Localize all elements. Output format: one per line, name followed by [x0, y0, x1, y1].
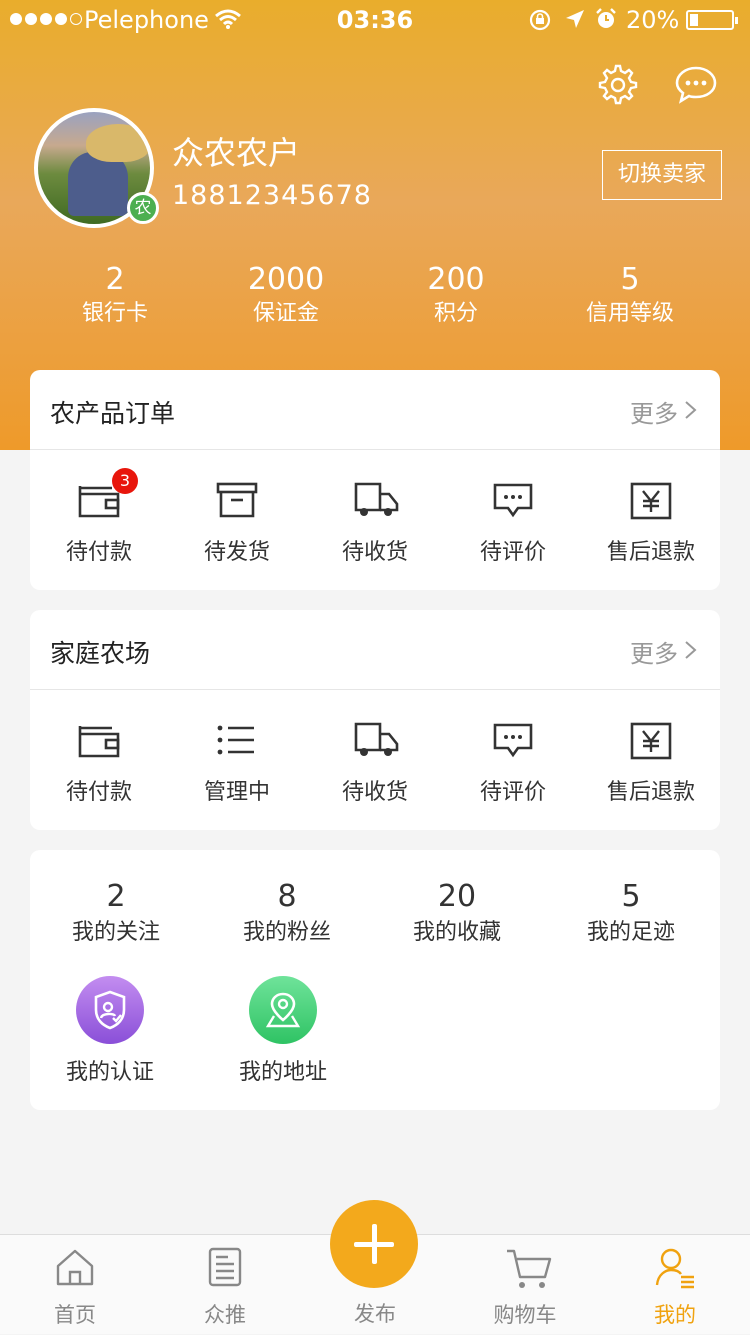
home-icon	[56, 1249, 94, 1286]
comment-icon	[493, 483, 533, 518]
orders-more-link[interactable]: 更多	[630, 394, 678, 429]
farm-pending-receipt[interactable]: 待收货	[306, 690, 444, 830]
tab-home[interactable]: 首页	[0, 1235, 150, 1335]
my-favorites[interactable]: 20 我的收藏	[372, 878, 542, 950]
battery-percentage: 20%	[626, 6, 680, 34]
farm-card-header[interactable]: 家庭农场 更多	[30, 610, 720, 690]
status-bar: Pelephone 03:36 20%	[0, 0, 750, 40]
order-refund[interactable]: 售后退款	[582, 450, 720, 590]
order-pending-receipt[interactable]: 待收货	[306, 450, 444, 590]
location-icon	[566, 10, 584, 28]
truck-icon	[354, 482, 399, 516]
my-address[interactable]: 我的地址	[213, 976, 353, 1086]
stat-bank-card[interactable]: 2 银行卡	[25, 262, 205, 330]
cart-icon	[507, 1249, 552, 1288]
battery-icon	[686, 10, 738, 30]
message-bubble-icon[interactable]	[675, 64, 717, 106]
farm-refund[interactable]: 售后退款	[582, 690, 720, 830]
farm-managing[interactable]: 管理中	[168, 690, 306, 830]
farm-pending-review[interactable]: 待评价	[444, 690, 582, 830]
orders-card-title: 农产品订单	[50, 399, 176, 428]
stat-credit-level[interactable]: 5 信用等级	[540, 262, 720, 330]
farm-card-title: 家庭农场	[50, 639, 151, 668]
my-certification[interactable]: 我的认证	[40, 976, 180, 1086]
farm-pending-payment[interactable]: 待付款	[30, 690, 168, 830]
order-pending-review[interactable]: 待评价	[444, 450, 582, 590]
stat-deposit[interactable]: 2000 保证金	[196, 262, 376, 330]
document-icon	[208, 1247, 242, 1287]
orders-card-header[interactable]: 农产品订单 更多	[30, 370, 720, 450]
publish-button[interactable]	[330, 1200, 418, 1288]
wallet-icon	[78, 726, 120, 758]
tab-cart[interactable]: 购物车	[450, 1235, 600, 1335]
orders-card: 农产品订单 更多 3 待付款 待发货 待收货 待评价 售后退款	[30, 370, 720, 590]
order-pending-payment[interactable]: 3 待付款	[30, 450, 168, 590]
user-icon	[655, 1248, 694, 1289]
rotation-lock-icon	[529, 9, 551, 31]
chevron-right-icon	[685, 401, 697, 419]
alarm-icon	[596, 8, 616, 28]
tab-mine[interactable]: 我的	[600, 1235, 750, 1335]
farmer-badge: 农	[127, 192, 159, 224]
yen-icon	[630, 482, 672, 520]
my-fans[interactable]: 8 我的粉丝	[202, 878, 372, 950]
stat-points[interactable]: 200 积分	[366, 262, 546, 330]
yen-icon	[630, 722, 672, 760]
my-footprints[interactable]: 5 我的足迹	[546, 878, 716, 950]
user-name: 众农农户	[172, 134, 301, 172]
box-icon	[216, 482, 258, 518]
comment-icon	[493, 723, 533, 758]
shield-user-icon	[94, 990, 126, 1030]
switch-seller-button[interactable]: 切换卖家	[602, 150, 722, 200]
my-following[interactable]: 2 我的关注	[31, 878, 201, 950]
map-pin-icon	[265, 992, 301, 1028]
publish-label: 发布	[354, 1302, 396, 1326]
unread-count-badge: 3	[112, 468, 138, 494]
tab-promote[interactable]: 众推	[150, 1235, 300, 1335]
settings-gear-icon[interactable]	[597, 64, 639, 106]
order-pending-shipment[interactable]: 待发货	[168, 450, 306, 590]
truck-icon	[354, 722, 399, 756]
my-activity-card: 2 我的关注 8 我的粉丝 20 我的收藏 5 我的足迹 我的认证 我的地址	[30, 850, 720, 1110]
user-phone: 18812345678	[172, 180, 372, 211]
farm-more-link[interactable]: 更多	[630, 634, 678, 669]
family-farm-card: 家庭农场 更多 待付款 管理中 待收货 待评价 售后退款	[30, 610, 720, 830]
chevron-right-icon	[685, 641, 697, 659]
list-icon	[217, 725, 254, 755]
